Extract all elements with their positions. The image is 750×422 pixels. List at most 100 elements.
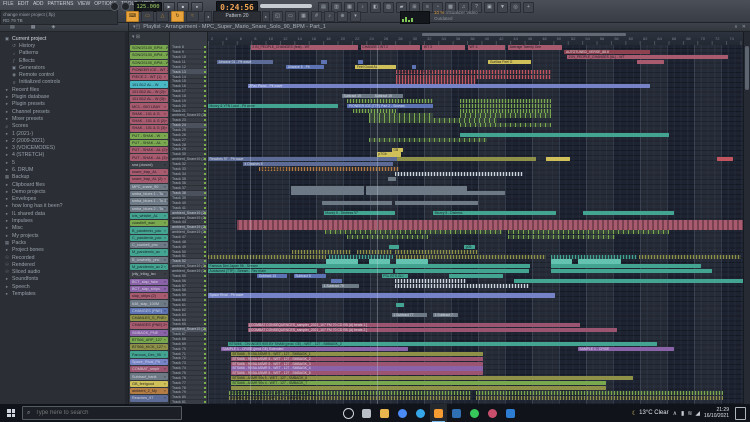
browser-item[interactable]: ▸Impulses: [0, 217, 128, 224]
whatsapp-button[interactable]: [466, 404, 483, 422]
track-enable-led[interactable]: [204, 110, 206, 112]
playlist-clip[interactable]: [395, 269, 529, 273]
track-enable-led[interactable]: [204, 100, 206, 102]
network-icon[interactable]: ≋: [687, 410, 692, 417]
picker-item[interactable]: B_cowbelly_pnc≡: [130, 257, 168, 263]
track-enable-led[interactable]: [204, 148, 206, 150]
picker-item[interactable]: Famous_Dex_95≡: [130, 351, 168, 357]
track-enable-led[interactable]: [204, 173, 206, 175]
picker-item[interactable]: SHAK - 101 & G (3)≡: [130, 125, 168, 131]
picker-item[interactable]: C_pandemix_pac≡: [130, 235, 168, 241]
menu-item-view[interactable]: VIEW: [77, 1, 90, 7]
multilink-icon[interactable]: ≈: [186, 11, 199, 22]
picker-item[interactable]: Space_Rival_Pit≡: [130, 359, 168, 365]
browser-item[interactable]: ▸Project bones: [0, 247, 128, 254]
draw-tool-icon[interactable]: ▭: [285, 11, 296, 22]
playhead-line[interactable]: [250, 45, 251, 404]
track-enable-led[interactable]: [204, 114, 206, 116]
track-enable-led[interactable]: [204, 90, 206, 92]
picker-item[interactable]: PIECE 2 - WT (1)≡: [130, 74, 168, 80]
playlist-clip[interactable]: 1 Subtract 77: [392, 313, 427, 317]
playlist-clip[interactable]: [449, 274, 503, 278]
playlist-clip[interactable]: [326, 259, 358, 263]
chrome-button[interactable]: [394, 404, 411, 422]
file-explorer-button[interactable]: [376, 404, 393, 422]
browser-item[interactable]: ▸Recent files: [0, 86, 128, 93]
picker-item[interactable]: Reaches_97≡: [130, 395, 168, 401]
browser-item[interactable]: ƒEffects: [0, 57, 128, 64]
playlist-clip[interactable]: [551, 259, 572, 263]
picker-item[interactable]: 648_slap_100M≡: [130, 300, 168, 306]
playlist-clip[interactable]: [325, 269, 394, 273]
playlist-clip[interactable]: [369, 113, 433, 117]
track-enable-led[interactable]: [204, 158, 206, 160]
picker-item[interactable]: CHANLES_S_PNE≡: [130, 315, 168, 321]
dropdown-icon[interactable]: ▼: [497, 2, 508, 13]
track-enable-led[interactable]: [204, 328, 206, 330]
playlist-clip[interactable]: [551, 264, 701, 268]
track-enable-led[interactable]: [204, 187, 206, 189]
tray-expand-caret-icon[interactable]: ∧: [673, 410, 677, 417]
browser-item[interactable]: ▸Misc: [0, 225, 128, 232]
playlist-clip[interactable]: BTS#66 - 90 BA ASMR 5 - WET - 127 - SMBA…: [231, 357, 483, 361]
browser-item[interactable]: ▸Demo projects: [0, 188, 128, 195]
playback-scrub-bar[interactable]: [260, 4, 312, 8]
playlist-clip[interactable]: [583, 211, 674, 215]
playlist-clip[interactable]: [639, 255, 741, 259]
playlist-vertical-scrollbar[interactable]: [743, 32, 750, 404]
browser-item[interactable]: ◉Remote control: [0, 71, 128, 78]
playlist-clip[interactable]: Mozzy & YFN Lucci - Pit wave: [208, 104, 338, 108]
playlist-clip[interactable]: [369, 118, 498, 122]
picker-item[interactable]: PUT - SHAK - AL (2)≡: [130, 147, 168, 153]
track-enable-led[interactable]: [204, 270, 206, 272]
track-enable-led[interactable]: [204, 299, 206, 301]
taskbar-clock[interactable]: 21:29 16/10/2021: [704, 407, 729, 419]
picker-item[interactable]: M_pandemix_ac 2≡: [130, 264, 168, 270]
track-enable-led[interactable]: [204, 401, 206, 403]
slice-tool-icon[interactable]: #: [311, 11, 322, 22]
picker-item[interactable]: smba_blues 1 - Tu≡: [130, 191, 168, 197]
playlist-clip[interactable]: [231, 386, 606, 390]
track-enable-led[interactable]: [204, 51, 206, 53]
track-enable-led[interactable]: [204, 304, 206, 306]
playlist-clip[interactable]: BTS#66 - 90 BA ASMR 5 - WET - 127 - SMBA…: [231, 352, 483, 356]
browser-item[interactable]: ≡Initialized controls: [0, 79, 128, 86]
track-enable-led[interactable]: [204, 294, 206, 296]
browser-item[interactable]: ▸Templates: [0, 290, 128, 297]
track-enable-led[interactable]: [204, 202, 206, 204]
browser-item[interactable]: ▸Envelopes: [0, 196, 128, 203]
track-enable-led[interactable]: [204, 362, 206, 364]
browser-item[interactable]: ▸Plugin database: [0, 93, 128, 100]
browser-item[interactable]: ♪Patterns: [0, 50, 128, 57]
track-enable-led[interactable]: [204, 367, 206, 369]
picker-item[interactable]: snare_trap_AL≡: [130, 169, 168, 175]
picker-item[interactable]: M_pandemix_ac≡: [130, 249, 168, 255]
playlist-clip[interactable]: [395, 172, 524, 176]
playlist-clip[interactable]: [322, 201, 392, 205]
picker-item[interactable]: SMBAGK_PNE≡: [130, 330, 168, 336]
playlist-clip[interactable]: PSL BTS GLI: [382, 274, 409, 278]
playlist-clip[interactable]: [ COMBAT CONSEQUENCES_sampler_2021_107 F…: [248, 328, 618, 332]
playlist-clip[interactable]: 2Pac Piano - Pit wave: [248, 84, 650, 88]
playhead-line[interactable]: [377, 45, 378, 404]
loop-record-icon[interactable]: ↻: [171, 11, 184, 22]
picker-item[interactable]: PIONEER ICE - WT 2≡: [130, 67, 168, 73]
track-enable-led[interactable]: [204, 382, 206, 384]
playlist-clip[interactable]: WT 4: [468, 45, 506, 49]
playlist-clip[interactable]: BTS#66 - ASMR 90s 4 - WET - 127 - SMBAGK…: [231, 381, 606, 385]
typing-keyboard-icon[interactable]: ⌨: [126, 11, 139, 22]
track-enable-led[interactable]: [204, 309, 206, 311]
track-enable-led[interactable]: [204, 80, 206, 82]
browser-item[interactable]: ☉Sliced audio: [0, 269, 128, 276]
timeline-ruler[interactable]: 2468101214161820222426283032343638404244…: [208, 32, 744, 46]
browser-item[interactable]: ☉Rendered: [0, 261, 128, 268]
playlist-clip[interactable]: [395, 201, 479, 205]
playlist-clip[interactable]: BTS#66 - 90 BA ASMR 5 - WET - 127 - SMBA…: [231, 362, 483, 366]
playlist-clip[interactable]: [460, 133, 669, 137]
pattern-display[interactable]: Pattern 20: [213, 11, 261, 22]
menu-item-edit[interactable]: EDIT: [18, 1, 29, 7]
search-input[interactable]: [33, 409, 177, 417]
track-enable-led[interactable]: [204, 153, 206, 155]
picker-item[interactable]: SHAK - 101 & G≡: [130, 111, 168, 117]
picker-item[interactable]: BCT_slap_strips≡: [130, 286, 168, 292]
